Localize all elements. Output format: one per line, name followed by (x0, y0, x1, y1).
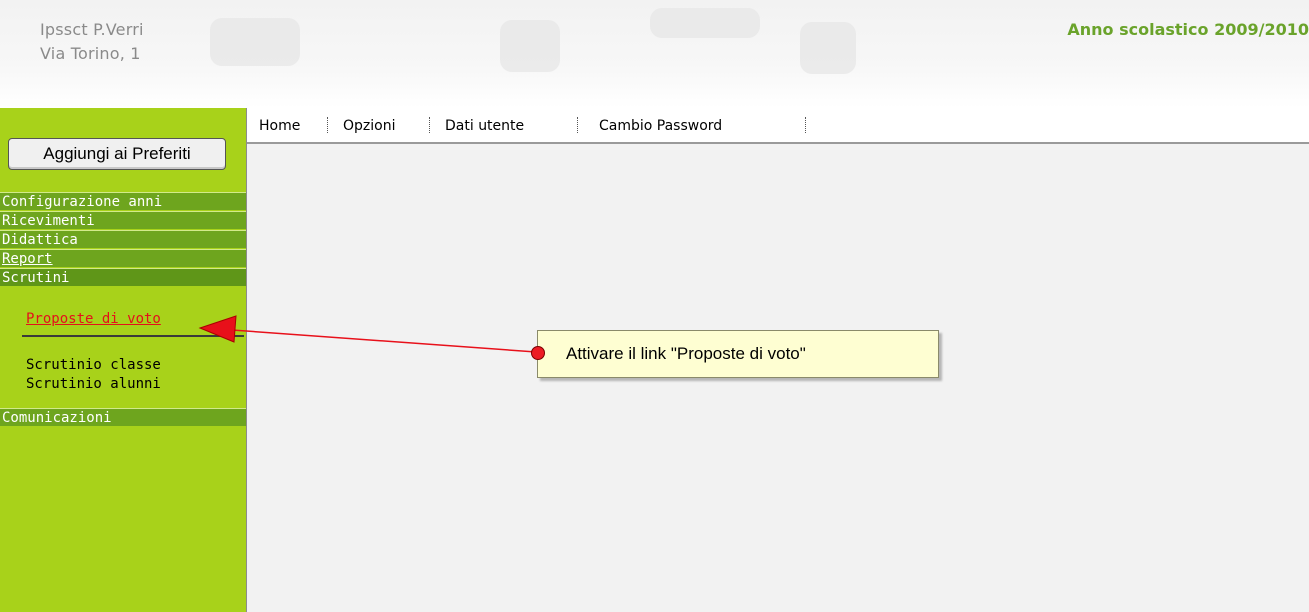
menu-item-label: Configurazione anni (2, 194, 163, 210)
page-header: Ipssct P.Verri Via Torino, 1 Anno scolas… (0, 0, 1309, 108)
menu-item-label: Scrutini (2, 270, 70, 286)
header-decoration (650, 8, 760, 38)
menu-item-comunicazioni[interactable]: Comunicazioni (0, 408, 246, 426)
submenu-link-scrutinio-alunni[interactable]: Scrutinio alunni (26, 376, 161, 392)
nav-separator (429, 117, 430, 133)
nav-link-dati-utente[interactable]: Dati utente (445, 118, 524, 134)
school-name: Ipssct P.Verri (40, 20, 144, 39)
nav-separator (577, 117, 578, 133)
menu-item-label: Ricevimenti (2, 213, 95, 229)
menu-item-label: Didattica (2, 232, 78, 248)
menu-item-didattica[interactable]: Didattica (0, 230, 246, 248)
callout-tooltip: Attivare il link "Proposte di voto" (531, 330, 939, 378)
sidebar: Aggiungi ai Preferiti Configurazione ann… (0, 108, 246, 612)
menu-item-ricevimenti[interactable]: Ricevimenti (0, 211, 246, 229)
nav-separator (805, 117, 806, 133)
menu-item-configurazione-anni[interactable]: Configurazione anni (0, 192, 246, 210)
top-navigation: Home Opzioni Dati utente Cambio Password (247, 108, 1309, 144)
nav-link-opzioni[interactable]: Opzioni (343, 118, 395, 134)
header-decoration (210, 18, 300, 66)
submenu-divider (22, 335, 244, 337)
menu-item-scrutini[interactable]: Scrutini (0, 268, 246, 286)
menu-item-report[interactable]: Report (0, 249, 246, 267)
callout-anchor-dot-icon (531, 346, 545, 360)
school-address: Via Torino, 1 (40, 44, 141, 63)
menu-item-label: Report (2, 251, 53, 267)
header-decoration (500, 20, 560, 72)
callout-text: Attivare il link "Proposte di voto" (566, 344, 806, 363)
nav-separator (327, 117, 328, 133)
menu-item-label: Comunicazioni (2, 410, 112, 426)
scrutini-submenu: Proposte di voto Scrutinio classe Scruti… (10, 305, 246, 401)
nav-link-home[interactable]: Home (259, 118, 300, 134)
submenu-link-proposte-di-voto[interactable]: Proposte di voto (26, 311, 161, 327)
school-year: Anno scolastico 2009/2010 (1067, 20, 1309, 39)
header-decoration (800, 22, 856, 74)
submenu-link-scrutinio-classe[interactable]: Scrutinio classe (26, 357, 161, 373)
add-to-favorites-button[interactable]: Aggiungi ai Preferiti (8, 138, 226, 170)
nav-link-cambio-password[interactable]: Cambio Password (599, 118, 722, 134)
